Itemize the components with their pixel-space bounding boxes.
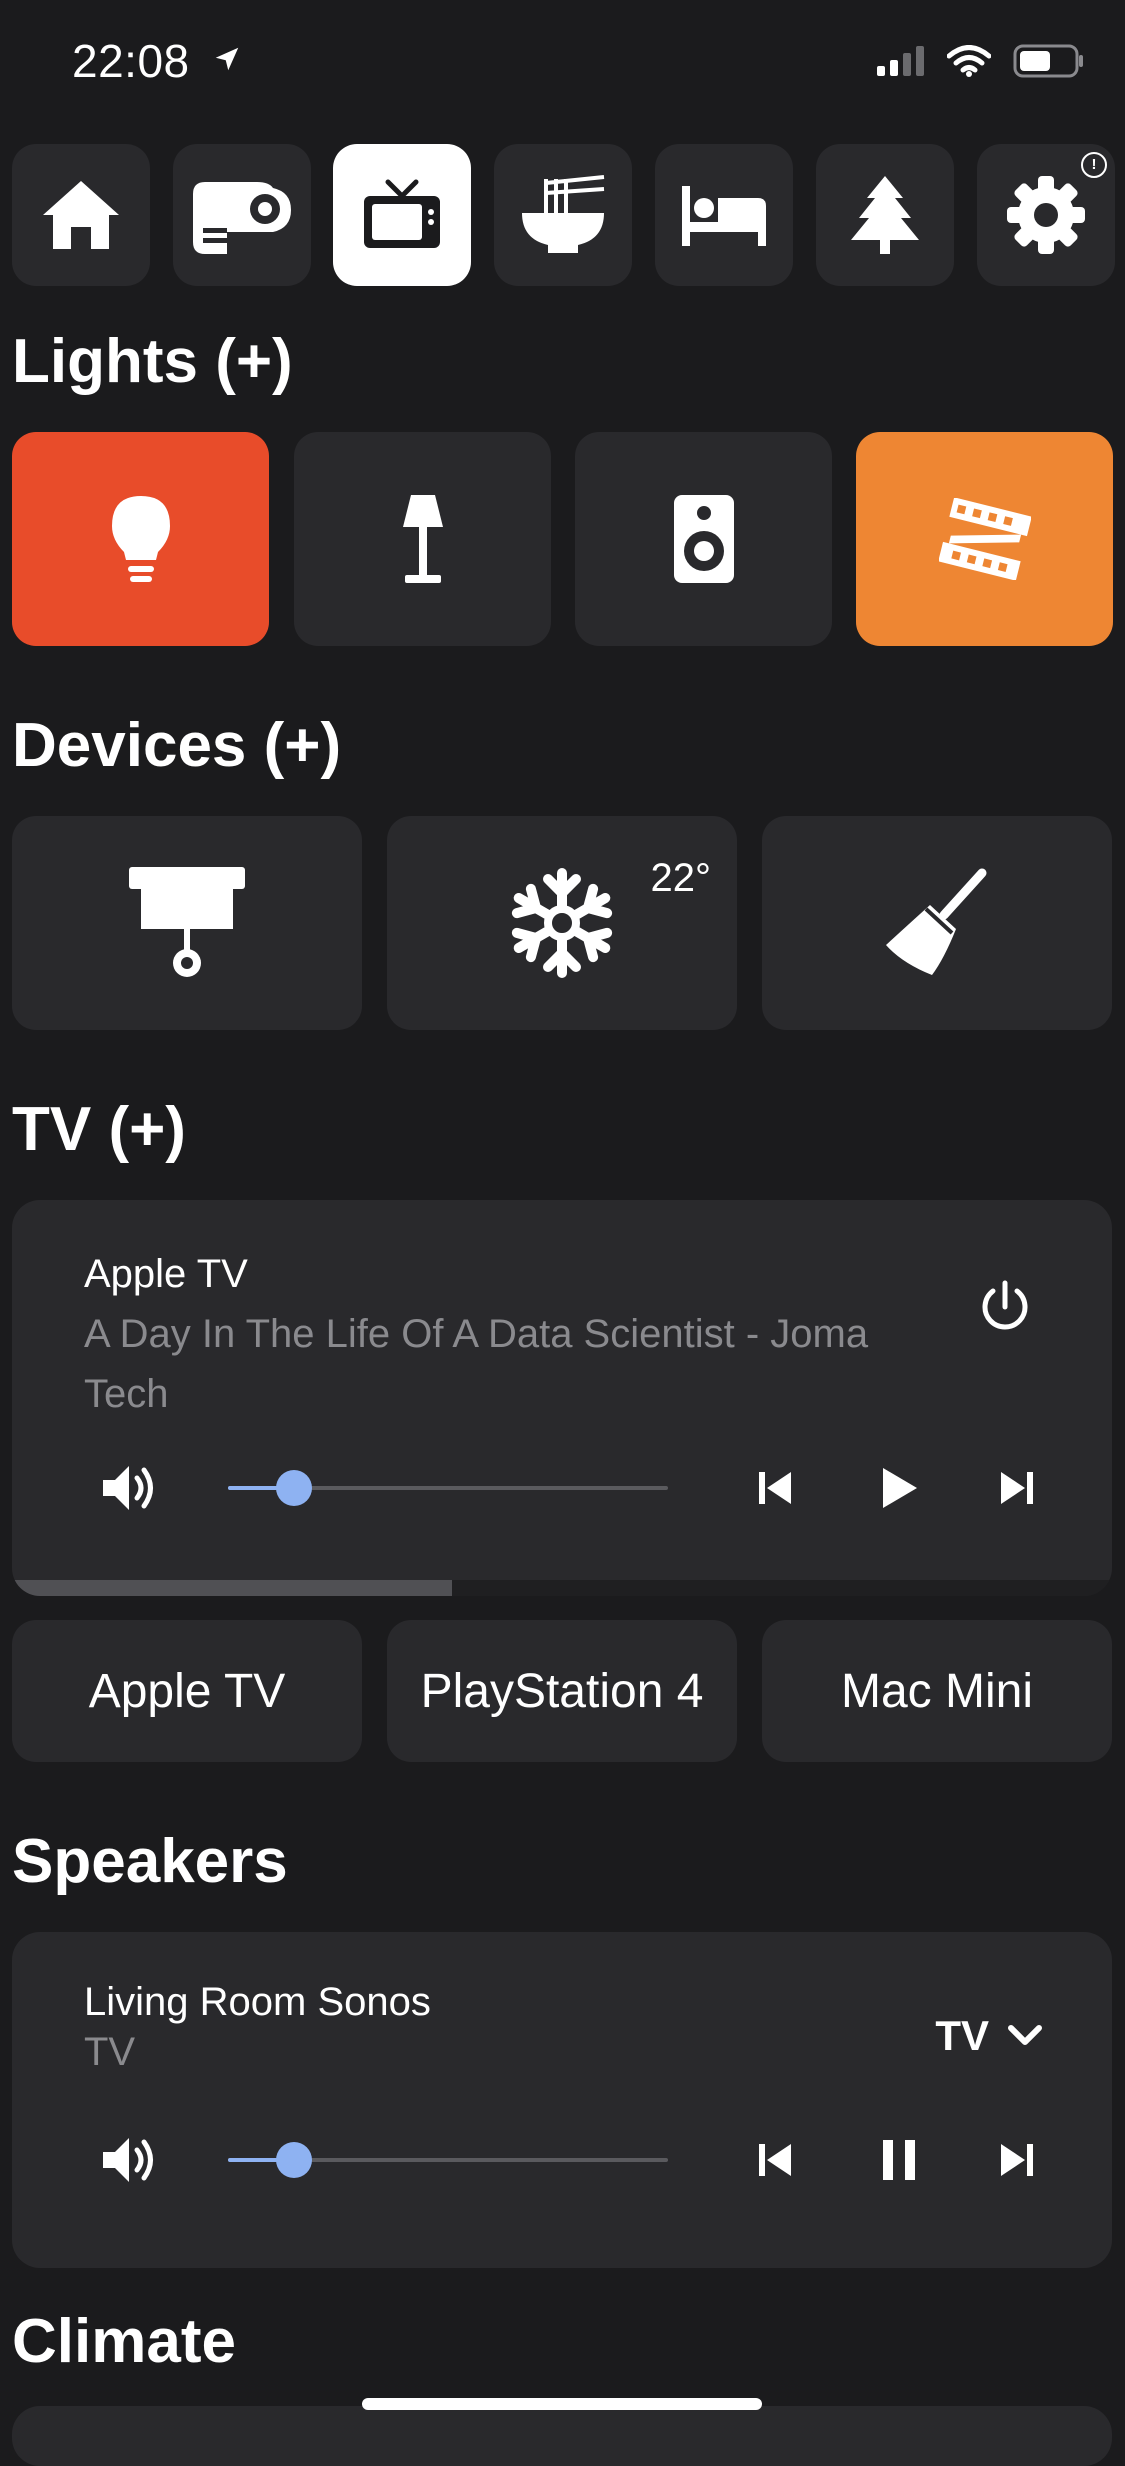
light-tile-floor-lamp[interactable] <box>294 432 551 646</box>
previous-track-icon <box>755 1468 795 1508</box>
room-tab-bedroom[interactable] <box>655 144 793 286</box>
tv-progress-fill <box>12 1580 452 1596</box>
lights-title: Lights (+) <box>12 327 293 396</box>
device-tile-vacuum[interactable] <box>762 816 1112 1030</box>
speaker-media-card: Living Room Sonos TV <box>12 1932 1112 2268</box>
broom-icon <box>882 867 992 979</box>
climate-title: Climate <box>12 2307 236 2376</box>
room-tab-garden[interactable] <box>816 144 954 286</box>
speaker-source-label: TV <box>84 2030 136 2074</box>
notification-badge: ! <box>1081 152 1107 178</box>
power-button[interactable] <box>970 1272 1040 1342</box>
speaker-source-value: TV <box>935 2012 989 2059</box>
volume-icon <box>99 2134 159 2186</box>
devices-title: Devices (+) <box>12 711 342 780</box>
speaker-icon <box>672 493 736 585</box>
volume-icon <box>99 1462 159 1514</box>
device-tile-projector-screen[interactable] <box>12 816 362 1030</box>
speaker-volume-knob[interactable] <box>276 2142 312 2178</box>
source-button-mac-mini[interactable]: Mac Mini <box>762 1620 1112 1762</box>
tv-player-name: Apple TV <box>84 1252 248 1296</box>
status-icons <box>877 44 1085 78</box>
snowflake-icon <box>506 867 618 979</box>
next-track-icon <box>997 2140 1037 2180</box>
next-track-icon <box>997 1468 1037 1508</box>
room-tab-kitchen[interactable] <box>494 144 632 286</box>
speakers-title: Speakers <box>12 1827 288 1896</box>
light-tile-led-strip[interactable] <box>856 432 1113 646</box>
tv-media-card: Apple TV A Day In The Life Of A Data Sci… <box>12 1200 1112 1596</box>
projector-icon <box>187 172 297 258</box>
tv-title: TV (+) <box>12 1095 186 1164</box>
climate-card <box>12 2406 1112 2466</box>
previous-track-icon <box>755 2140 795 2180</box>
power-icon <box>977 1279 1033 1335</box>
home-indicator[interactable] <box>362 2398 762 2410</box>
room-tab-tv[interactable] <box>333 144 471 286</box>
tv-volume-knob[interactable] <box>276 1470 312 1506</box>
source-button-apple-tv[interactable]: Apple TV <box>12 1620 362 1762</box>
floor-lamp-icon <box>399 493 447 585</box>
speaker-pause-button[interactable] <box>864 2125 934 2195</box>
signal-icon <box>877 46 925 76</box>
device-tile-air-conditioner[interactable]: 22° <box>387 816 737 1030</box>
location-arrow-icon <box>212 44 242 74</box>
light-tile-bulb[interactable] <box>12 432 269 646</box>
battery-icon <box>1013 44 1085 78</box>
status-time: 22:08 <box>72 35 190 87</box>
tv-next-button[interactable] <box>982 1453 1052 1523</box>
light-tile-speaker[interactable] <box>575 432 832 646</box>
source-button-playstation-4[interactable]: PlayStation 4 <box>387 1620 737 1762</box>
play-icon <box>879 1466 919 1510</box>
pine-tree-icon <box>849 174 921 256</box>
room-tab-projector[interactable] <box>173 144 311 286</box>
tv-previous-button[interactable] <box>740 1453 810 1523</box>
chevron-down-icon <box>1007 2024 1043 2048</box>
led-strip-icon <box>938 498 1031 580</box>
speaker-player-name: Living Room Sonos <box>84 1980 431 2024</box>
tv-icon <box>360 178 444 252</box>
tv-play-button[interactable] <box>864 1453 934 1523</box>
home-icon <box>39 177 123 253</box>
bed-icon <box>678 182 770 248</box>
pause-icon <box>879 2138 919 2182</box>
tv-media-title: A Day In The Life Of A Data Scientist - … <box>84 1312 869 1416</box>
speaker-volume-button[interactable] <box>94 2125 164 2195</box>
temperature-value: 22° <box>650 856 712 900</box>
room-tab-settings[interactable]: ! <box>977 144 1115 286</box>
speaker-previous-button[interactable] <box>740 2125 810 2195</box>
projector-screen-icon <box>127 863 247 983</box>
speaker-next-button[interactable] <box>982 2125 1052 2195</box>
tv-volume-button[interactable] <box>94 1453 164 1523</box>
wifi-icon <box>947 45 991 77</box>
noodle-bowl-icon <box>518 173 608 257</box>
gear-icon <box>1005 174 1087 256</box>
speaker-source-select[interactable]: TV <box>935 2012 1043 2060</box>
room-tab-home[interactable] <box>12 144 150 286</box>
lightbulb-icon <box>108 494 174 584</box>
